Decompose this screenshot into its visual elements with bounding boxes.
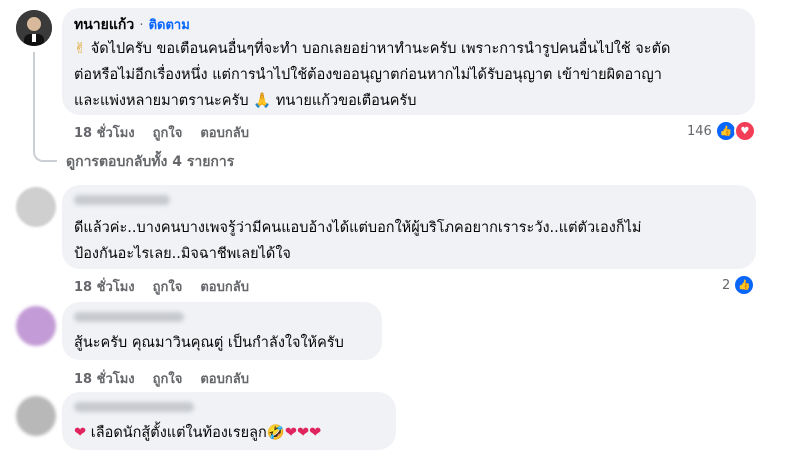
comment-actions: 18 ชั่วโมง ถูกใจ ตอบกลับ [74, 368, 249, 389]
reply-button[interactable]: ตอบกลับ [200, 368, 249, 389]
comment-bubble: ทนายแก้ว · ติดตาม ✌ จัดไปครับ ขอเตือนคนอ… [62, 8, 755, 115]
comment-line: ป้องกันอะไรเลย..มิจฉาชีพเลยได้ใจ [74, 246, 291, 262]
comment-text: ✌ จัดไปครับ ขอเตือนคนอื่นๆที่จะทำ บอกเลย… [74, 36, 743, 114]
like-button[interactable]: ถูกใจ [153, 122, 183, 143]
comment-bubble: ❤ เลือดนักสู้ตั้งแต่ในท้องเรยลูก🤣❤❤❤ [62, 392, 396, 450]
comment-author-blurred [74, 312, 184, 322]
avatar[interactable] [16, 396, 56, 436]
like-button[interactable]: ถูกใจ [153, 276, 183, 297]
comment-line: ต่อหรือไม่อีกเรื่องหนึ่ง แต่การนำไปใช้ต้… [74, 67, 662, 83]
comment-actions: 18 ชั่วโมง ถูกใจ ตอบกลับ [74, 276, 249, 297]
thread-connector [33, 52, 57, 162]
reaction-summary[interactable]: 2 👍 [722, 274, 756, 296]
view-replies-link[interactable]: ดูการตอบกลับทั้ง 4 รายการ [66, 151, 234, 173]
laughing-hearts-icon: 🤣❤❤❤ [266, 425, 322, 441]
timestamp[interactable]: 18 ชั่วโมง [74, 368, 135, 389]
reaction-count: 146 [687, 123, 712, 139]
victory-hand-icon: ✌ [74, 41, 87, 57]
heart-icon: ❤ [74, 425, 87, 441]
like-icon: 👍 [733, 274, 756, 296]
reaction-count: 2 [722, 277, 731, 293]
comment-text: ดีแล้วค่ะ..บางคนบางเพจรู้ว่ามีคนแอบอ้างไ… [74, 215, 744, 267]
separator: · [139, 18, 144, 33]
comment-author-blurred [74, 195, 170, 205]
comment-line: ดีแล้วค่ะ..บางคนบางเพจรู้ว่ามีคนแอบอ้างไ… [74, 220, 642, 236]
comment-bubble: สู้นะครับ คุณมาวินคุณตู่ เป็นกำลังใจให้ค… [62, 302, 382, 360]
avatar[interactable] [16, 306, 56, 346]
comment-author-blurred [74, 402, 194, 412]
comment-bubble: ดีแล้วค่ะ..บางคนบางเพจรู้ว่ามีคนแอบอ้างไ… [62, 185, 756, 269]
timestamp[interactable]: 18 ชั่วโมง [74, 276, 135, 297]
follow-link[interactable]: ติดตาม [149, 18, 190, 33]
reply-button[interactable]: ตอบกลับ [200, 122, 249, 143]
comment-text: ❤ เลือดนักสู้ตั้งแต่ในท้องเรยลูก🤣❤❤❤ [74, 420, 384, 446]
profile-photo [16, 10, 52, 46]
avatar[interactable] [16, 10, 52, 46]
comment-actions: 18 ชั่วโมง ถูกใจ ตอบกลับ [74, 122, 249, 143]
love-icon: ♥ [733, 120, 756, 142]
comment-line: และแพ่งหลายมาตรานะครับ [74, 93, 249, 109]
avatar[interactable] [16, 187, 56, 227]
comment-line: ทนายแก้วขอเตือนครับ [275, 93, 417, 109]
like-button[interactable]: ถูกใจ [153, 368, 183, 389]
comment-line: จัดไปครับ ขอเตือนคนอื่นๆที่จะทำ บอกเลยอย… [90, 41, 671, 57]
comment-author[interactable]: ทนายแก้ว [74, 17, 134, 33]
comment-line: เลือดนักสู้ตั้งแต่ในท้องเรยลูก [90, 425, 267, 441]
reply-button[interactable]: ตอบกลับ [200, 276, 249, 297]
comment-text: สู้นะครับ คุณมาวินคุณตู่ เป็นกำลังใจให้ค… [74, 335, 344, 351]
pray-icon: 🙏 [253, 93, 272, 109]
reaction-summary[interactable]: 146 👍 ♥ [687, 120, 756, 142]
timestamp[interactable]: 18 ชั่วโมง [74, 122, 135, 143]
